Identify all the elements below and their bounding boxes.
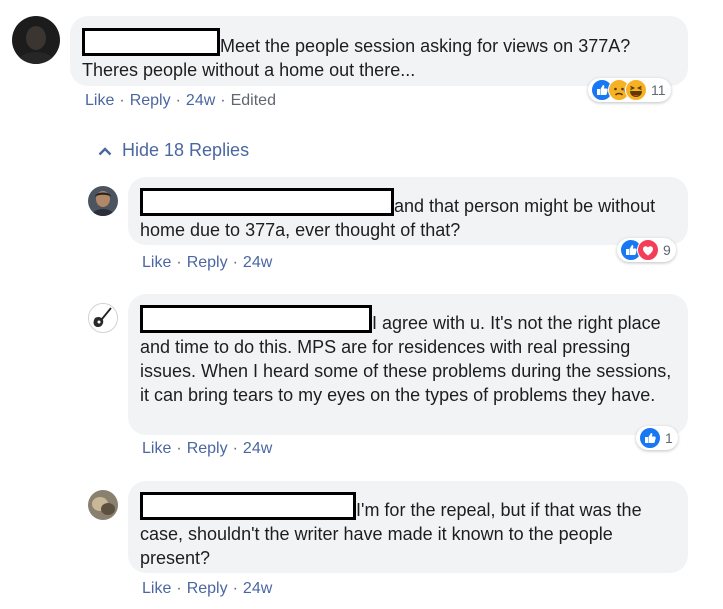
like-link[interactable]: Like: [142, 580, 171, 597]
separator: ·: [176, 580, 182, 597]
love-icon: [637, 239, 659, 261]
separator: ·: [220, 92, 226, 109]
separator: ·: [232, 580, 238, 597]
timestamp-link[interactable]: 24w: [243, 580, 272, 597]
avatar[interactable]: [12, 16, 60, 64]
separator: ·: [232, 254, 238, 271]
reply-link[interactable]: Reply: [187, 440, 228, 457]
timestamp-link[interactable]: 24w: [243, 440, 272, 457]
hide-replies-label: Hide 18 Replies: [122, 140, 250, 160]
reply-bubble: I'm for the repeal, but if that was the …: [128, 481, 688, 573]
separator: ·: [119, 92, 125, 109]
redacted-name: [140, 188, 394, 216]
comment-bubble: Meet the people session asking for views…: [70, 16, 688, 86]
reaction-summary[interactable]: 11: [588, 78, 671, 102]
reply-link[interactable]: Reply: [187, 580, 228, 597]
like-icon: [639, 427, 661, 449]
comment-actions: Like · Reply · 24w · Edited: [85, 92, 276, 110]
reaction-count: 9: [663, 242, 671, 258]
redacted-name: [140, 492, 356, 520]
separator: ·: [176, 254, 182, 271]
reaction-count: 1: [665, 430, 673, 446]
timestamp-link[interactable]: 24w: [186, 92, 215, 109]
reply-actions: Like · Reply · 24w: [142, 254, 272, 272]
reply-actions: Like · Reply · 24w: [142, 580, 272, 598]
reaction-summary[interactable]: 9: [617, 238, 676, 262]
reply-actions: Like · Reply · 24w: [142, 440, 272, 458]
chevron-up-icon: [98, 146, 112, 156]
like-link[interactable]: Like: [85, 92, 114, 109]
like-link[interactable]: Like: [142, 440, 171, 457]
reaction-count: 11: [651, 82, 666, 98]
avatar[interactable]: [88, 186, 118, 216]
reaction-summary[interactable]: 1: [636, 426, 678, 450]
like-link[interactable]: Like: [142, 254, 171, 271]
reply-link[interactable]: Reply: [187, 254, 228, 271]
redacted-name: [140, 305, 372, 333]
timestamp-link[interactable]: 24w: [243, 254, 272, 271]
reply-link[interactable]: Reply: [130, 92, 171, 109]
redacted-name: [82, 28, 220, 56]
separator: ·: [175, 92, 181, 109]
separator: ·: [176, 440, 182, 457]
reply-bubble: I agree with u. It's not the right place…: [128, 294, 688, 435]
avatar[interactable]: [88, 303, 118, 333]
hide-replies-link[interactable]: Hide 18 Replies: [98, 140, 249, 161]
reply-bubble: and that person might be without home du…: [128, 177, 688, 245]
avatar[interactable]: [88, 490, 118, 520]
haha-icon: [625, 79, 647, 101]
separator: ·: [232, 440, 238, 457]
edited-label: Edited: [230, 92, 276, 109]
